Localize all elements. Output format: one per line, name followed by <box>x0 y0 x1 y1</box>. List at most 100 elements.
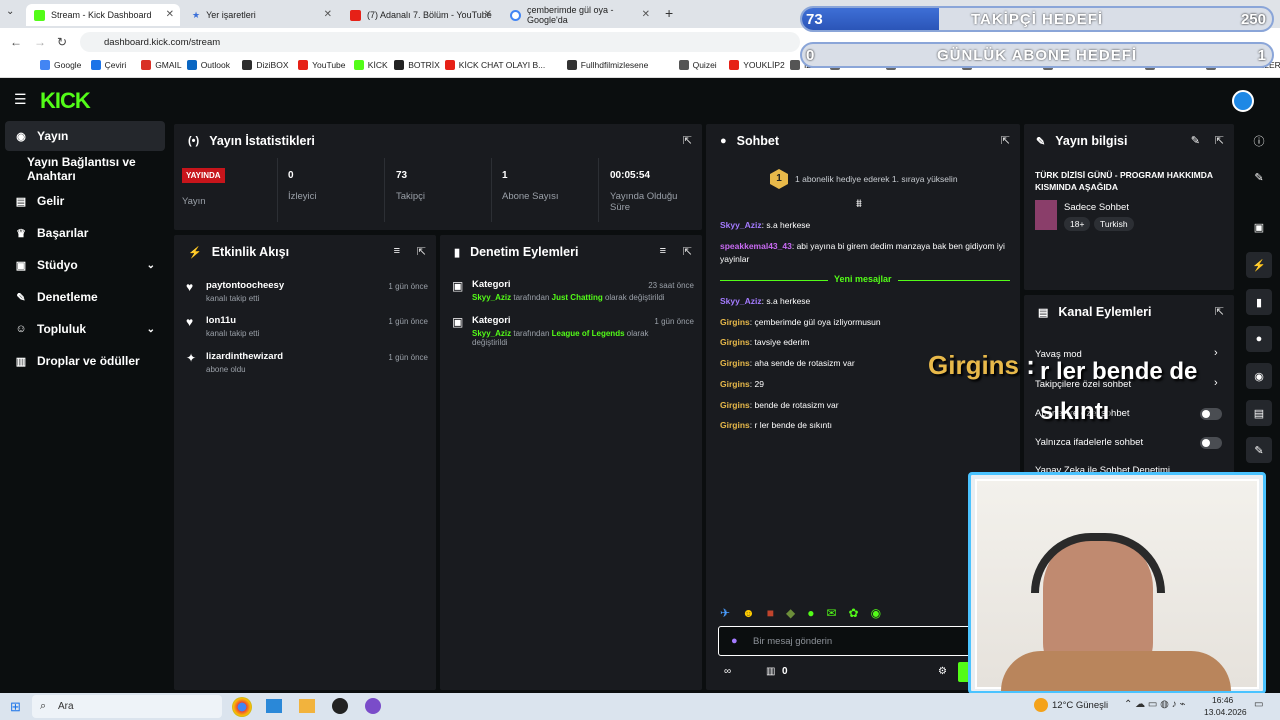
stat-label: Abone Sayısı <box>502 191 559 202</box>
popout-icon[interactable]: ⇱ <box>1001 134 1010 147</box>
bookmark-item[interactable]: Çeviri <box>90 60 127 70</box>
filter-icon[interactable]: ≡ <box>660 245 666 257</box>
url-field[interactable]: dashboard.kick.com/stream <box>80 32 800 52</box>
bookmark-item[interactable]: Quizei <box>678 60 717 70</box>
bolt-icon[interactable]: ⚡ <box>1246 252 1272 278</box>
reload-icon[interactable]: ↻ <box>57 35 67 49</box>
kick-logo[interactable]: KICK <box>40 88 91 114</box>
chrome-icon[interactable] <box>232 697 252 717</box>
gift-count: 0 <box>782 666 788 677</box>
pin-icon[interactable]: ⩩ <box>856 198 862 211</box>
close-icon[interactable]: ✕ <box>166 9 174 20</box>
stat-value: 00:05:54 <box>610 170 651 181</box>
edit-icon[interactable]: ✎ <box>1191 134 1200 147</box>
sidebar-item-basarilar[interactable]: ♛ Başarılar <box>5 218 165 248</box>
bookmark-item[interactable]: YouTube <box>298 60 346 70</box>
edit-icon[interactable]: ✎ <box>1246 164 1272 190</box>
broadcast-icon[interactable]: ◉ <box>1246 363 1272 389</box>
emote-only-toggle[interactable] <box>1200 437 1222 449</box>
chevron-right-icon[interactable]: › <box>1214 377 1218 389</box>
bookmark-item[interactable]: YOUKLİP2 <box>729 60 785 70</box>
stat-label: Yayında Olduğu Süre <box>610 191 678 213</box>
sidebar-item-droplar[interactable]: ▥ Droplar ve ödüller <box>5 346 165 376</box>
search-icon: ⌕ <box>40 700 47 712</box>
popout-icon[interactable]: ⇱ <box>417 245 426 258</box>
obs-icon[interactable] <box>332 698 348 714</box>
bookmark-item[interactable]: Google <box>40 60 81 70</box>
tab-search-icon[interactable]: ⌄ <box>6 6 14 17</box>
sidebar-item-studyo[interactable]: ▣ Stüdyo ⌄ <box>5 250 165 280</box>
filter-icon[interactable]: ≡ <box>394 245 400 257</box>
clock-time: 16:46 <box>1212 695 1234 705</box>
explorer-icon[interactable] <box>266 699 282 713</box>
bookmark-icon <box>678 60 689 70</box>
popout-icon[interactable]: ⇱ <box>1215 134 1224 147</box>
shield-icon[interactable]: ▤ <box>1246 400 1272 426</box>
activity-title: ⚡ Etkinlik Akışı <box>188 245 290 259</box>
menu-icon[interactable]: ☰ <box>14 91 27 108</box>
sidebar-item-gelir[interactable]: ▤ Gelir <box>5 186 165 216</box>
tab-bookmarks[interactable]: ★ Yer işaretleri ✕ <box>184 4 338 26</box>
document-icon[interactable]: ▮ <box>1246 289 1272 315</box>
new-tab-icon[interactable]: + <box>665 5 673 21</box>
sidebar-item-denetleme[interactable]: ✎ Denetleme <box>5 282 165 312</box>
document-icon: ▮ <box>454 246 461 259</box>
stat-value: 0 <box>288 170 294 181</box>
chat-icon[interactable]: ● <box>1246 326 1272 352</box>
bookmark-icon <box>394 60 405 70</box>
bookmark-item[interactable]: BOTRİX <box>394 60 440 70</box>
chat-highlight-message: r ler bende de sıkıntı <box>1040 358 1198 425</box>
info-icon[interactable]: ⓘ <box>1246 128 1272 154</box>
bookmark-label: Outlook <box>200 60 230 70</box>
forward-icon[interactable]: → <box>34 35 46 49</box>
category-icon: ▣ <box>452 315 464 329</box>
bookmark-item[interactable]: KİCK CHAT OLAYI B... <box>444 60 545 70</box>
app-icon[interactable] <box>365 698 381 714</box>
back-icon[interactable]: ← <box>10 35 22 49</box>
gear-icon[interactable]: ⚙ <box>938 666 947 677</box>
chat-message: Girgins: tavsiye ederim <box>720 337 810 347</box>
avatar[interactable] <box>1232 90 1254 112</box>
bookmark-label: Google <box>54 60 82 70</box>
bookmark-item[interactable]: DiziBOX <box>242 60 289 70</box>
camera-icon[interactable]: ▣ <box>1246 214 1272 240</box>
gift-icon[interactable]: ▥ <box>766 666 775 677</box>
tray-icons[interactable]: ⌃ ☁ ▭ ◍ ♪ ⌁ <box>1124 699 1185 710</box>
tab-google[interactable]: çemberimde gül oya - Google'da ✕ <box>502 4 656 26</box>
close-icon[interactable]: ✕ <box>324 9 332 20</box>
popout-icon[interactable]: ⇱ <box>683 245 692 258</box>
sidebar-item-stream-key[interactable]: Yayın Bağlantısı ve Anahtarı <box>5 154 173 184</box>
sidebar-item-topluluk[interactable]: ☺ Topluluk ⌄ <box>5 314 165 344</box>
emote-only-label: Yalnızca ifadelerle sohbet <box>1035 437 1144 448</box>
bookmark-item[interactable]: GMAIL <box>141 60 182 70</box>
mic-icon[interactable]: ● <box>731 635 738 647</box>
wrench-icon[interactable]: ✎ <box>1246 437 1272 463</box>
bookmark-label: Quizei <box>692 60 717 70</box>
tab-youtube[interactable]: (7) Adanalı 7. Bölüm - YouTube ✕ <box>342 4 498 26</box>
tab-kick-dashboard[interactable]: Stream - Kick Dashboard ✕ <box>26 4 180 26</box>
stat-value: 73 <box>396 170 408 181</box>
bookmark-item[interactable]: Fullhdfilmizlesene <box>566 60 648 70</box>
popout-icon[interactable]: ⇱ <box>1215 305 1224 318</box>
close-icon[interactable]: ✕ <box>484 9 492 20</box>
chevron-right-icon[interactable]: › <box>1214 347 1218 359</box>
bookmark-icon <box>186 60 197 70</box>
emote-row[interactable]: ✈ ☻ ■ ◆ ● ✉ ✿ ◉ <box>720 606 980 622</box>
popout-icon[interactable]: ⇱ <box>683 134 692 147</box>
files-icon[interactable] <box>299 699 315 713</box>
bookmark-icon <box>90 60 101 70</box>
bookmark-label: Çeviri <box>104 60 127 70</box>
channel-actions-title: ▤ Kanal Eylemleri <box>1038 305 1152 319</box>
bookmark-item[interactable]: KİCK <box>353 60 388 70</box>
status-badge: YAYINDA <box>182 168 225 183</box>
windows-start-icon[interactable]: ⊞ <box>10 699 21 715</box>
chat-input[interactable]: ● Bir mesaj gönderin <box>718 626 978 656</box>
close-icon[interactable]: ✕ <box>642 9 650 20</box>
chat-message: Skyy_Aziz: s.a herkese <box>720 296 811 306</box>
taskbar-search[interactable]: ⌕ Ara <box>32 695 222 718</box>
bookmark-item[interactable]: Outlook <box>186 60 230 70</box>
sidebar-item-yayin[interactable]: ◉ Yayın <box>5 121 165 151</box>
sidebar: ◉ Yayın Yayın Bağlantısı ve Anahtarı ▤ Gel… <box>0 121 170 693</box>
notification-icon[interactable]: ▭ <box>1254 699 1263 710</box>
bookmark-icon <box>729 60 740 70</box>
